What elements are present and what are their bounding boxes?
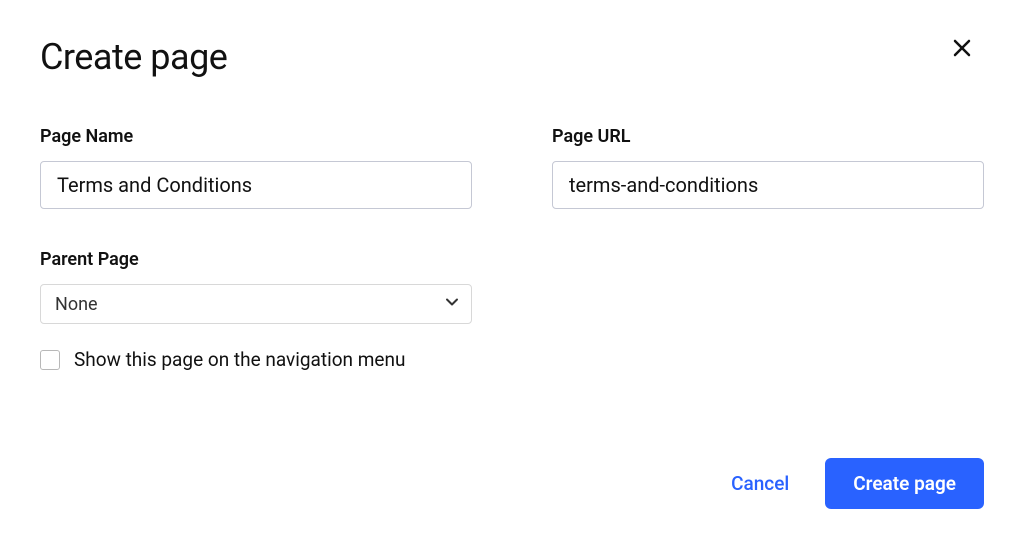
create-page-button[interactable]: Create page xyxy=(825,458,984,509)
close-icon xyxy=(952,38,972,58)
parent-page-select[interactable]: None xyxy=(40,284,472,324)
parent-page-group: Parent Page None xyxy=(40,249,472,324)
form-row-1: Page Name Page URL xyxy=(40,126,984,209)
page-url-label: Page URL xyxy=(552,126,984,147)
nav-checkbox-label[interactable]: Show this page on the navigation menu xyxy=(74,348,405,371)
page-name-group: Page Name xyxy=(40,126,472,209)
nav-checkbox-row: Show this page on the navigation menu xyxy=(40,348,984,371)
parent-page-select-wrapper: None xyxy=(40,284,472,324)
cancel-button[interactable]: Cancel xyxy=(725,462,795,505)
modal-actions: Cancel Create page xyxy=(725,458,984,509)
parent-page-label: Parent Page xyxy=(40,249,472,270)
close-button[interactable] xyxy=(948,34,976,62)
page-name-label: Page Name xyxy=(40,126,472,147)
page-name-input[interactable] xyxy=(40,161,472,209)
create-page-modal: Create page Page Name Page URL Parent Pa… xyxy=(0,0,1024,549)
nav-checkbox[interactable] xyxy=(40,350,60,370)
page-url-group: Page URL xyxy=(552,126,984,209)
page-url-input[interactable] xyxy=(552,161,984,209)
modal-title: Create page xyxy=(40,36,984,78)
